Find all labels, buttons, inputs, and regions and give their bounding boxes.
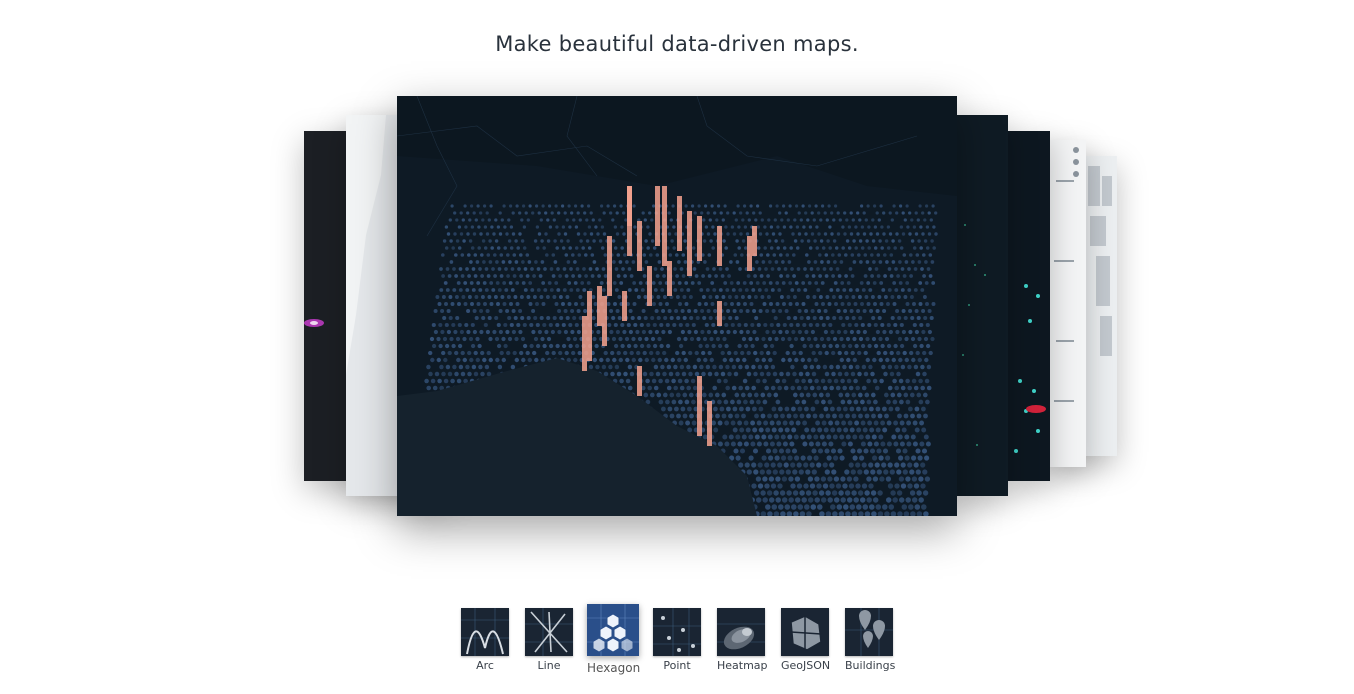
layer-geojson-label: GeoJSON [781, 659, 831, 672]
geojson-icon [781, 608, 829, 656]
point-icon [653, 608, 701, 656]
slide-hexagon-preview[interactable] [397, 96, 957, 516]
layer-hexagon[interactable]: Hexagon [587, 604, 641, 675]
layer-buildings[interactable]: Buildings [845, 604, 896, 672]
hexagon-icon [587, 604, 639, 656]
layer-buildings-label: Buildings [845, 659, 896, 672]
layer-selector: Arc Line Hexagon Point Heatmap GeoJSON B… [0, 604, 1354, 694]
layer-heatmap-label: Heatmap [717, 659, 768, 672]
heatmap-icon [717, 608, 765, 656]
page-headline: Make beautiful data-driven maps. [495, 32, 859, 56]
layer-point[interactable]: Point [653, 604, 701, 672]
layer-point-label: Point [663, 659, 691, 672]
layer-heatmap[interactable]: Heatmap [717, 604, 768, 672]
layer-geojson[interactable]: GeoJSON [781, 604, 831, 672]
slide-heatmap-preview[interactable] [1008, 131, 1050, 481]
slide-point-preview[interactable] [955, 115, 1008, 496]
layer-line-label: Line [537, 659, 561, 672]
layer-line[interactable]: Line [525, 604, 573, 672]
layer-arc[interactable]: Arc [461, 604, 509, 672]
buildings-icon [845, 608, 893, 656]
slide-geojson-preview[interactable] [1048, 140, 1086, 467]
layer-arc-label: Arc [476, 659, 494, 672]
hexagon-map [397, 96, 957, 516]
arc-icon [461, 608, 509, 656]
line-icon [525, 608, 573, 656]
layer-hexagon-label: Hexagon [587, 661, 641, 675]
